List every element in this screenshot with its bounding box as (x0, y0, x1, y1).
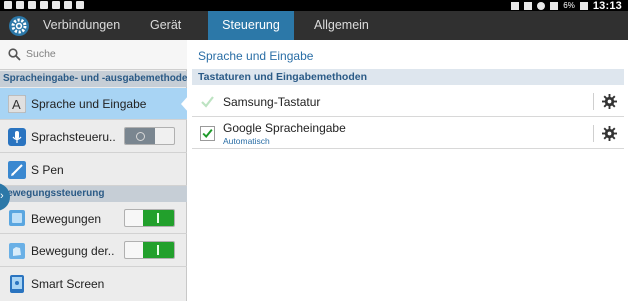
notification-icons (4, 1, 84, 9)
section-header-speech: Spracheingabe- und -ausgabemethoden (0, 71, 187, 87)
gear-icon[interactable] (602, 126, 617, 141)
search-icon (8, 48, 21, 61)
sidebar-item-sprache-und-eingabe[interactable]: A Sprache und Eingabe (0, 88, 187, 120)
keyboard-row-google[interactable]: Google Spracheingabe Automatisch (192, 118, 624, 149)
search-placeholder: Suche (26, 48, 56, 60)
divider (593, 93, 594, 110)
divider (593, 125, 594, 142)
motion-icon (9, 210, 25, 226)
keyboard-row-samsung[interactable]: Samsung-Tastatur (192, 86, 624, 117)
sidebar-item-label: S Pen (31, 163, 64, 177)
palm-motion-icon (9, 243, 25, 259)
voice-control-icon (8, 128, 26, 146)
mute-icon (511, 1, 520, 10)
sidebar-item-bewegungen[interactable]: Bewegungen (0, 203, 187, 234)
keyboard-title: Google Spracheingabe (223, 121, 346, 135)
notification-icon (40, 1, 48, 9)
tab-steuerung[interactable]: Steuerung (208, 11, 294, 40)
keyboard-subtitle: Automatisch (223, 136, 270, 146)
sidebar-item-sprachsteuerung[interactable]: Sprachsteueru.. (0, 121, 187, 153)
gear-icon[interactable] (602, 94, 617, 109)
notification-icon (64, 1, 72, 9)
sidebar: Suche Spracheingabe- und -ausgabemethode… (0, 40, 189, 301)
sidebar-item-label: Sprache und Eingabe (31, 97, 147, 111)
battery-percent: 6% (563, 1, 575, 10)
toggle-knob (143, 242, 174, 258)
palm-motion-toggle[interactable] (124, 241, 175, 259)
toggle-knob (125, 128, 155, 144)
section-header-keyboards: Tastaturen und Eingabemethoden (192, 69, 624, 85)
battery-icon (579, 1, 588, 10)
keyboard-title: Samsung-Tastatur (223, 95, 321, 109)
notification-icon (76, 1, 84, 9)
page-title: Sprache und Eingabe (198, 49, 314, 63)
tab-geraet[interactable]: Gerät (150, 11, 181, 40)
section-header-motion: Bewegungssteuerung (0, 186, 187, 202)
smart-screen-icon (10, 275, 24, 293)
notification-icon (52, 1, 60, 9)
tab-bar: Verbindungen Gerät Steuerung Allgemein (0, 11, 628, 40)
sidebar-item-label: Smart Screen (31, 277, 105, 291)
sidebar-item-smart-screen[interactable]: Smart Screen (0, 268, 187, 301)
sidebar-item-label: Bewegungen (31, 212, 102, 226)
no-sim-icon (524, 1, 533, 10)
motion-toggle[interactable] (124, 209, 175, 227)
notification-icon (4, 1, 12, 9)
tab-allgemein[interactable]: Allgemein (314, 11, 369, 40)
toggle-knob (143, 210, 174, 226)
settings-gear-icon (9, 16, 29, 36)
clock: 13:13 (592, 0, 622, 12)
tab-verbindungen[interactable]: Verbindungen (43, 11, 120, 40)
sidebar-item-label: Sprachsteueru.. (31, 130, 116, 144)
status-bar: 6% 13:13 (0, 0, 628, 12)
chevron-right-icon: › (0, 190, 4, 202)
sidebar-item-s-pen[interactable]: S Pen (0, 154, 187, 186)
voice-control-toggle[interactable] (124, 127, 175, 145)
sidebar-item-bewegung-der-hand[interactable]: Bewegung der.. (0, 235, 187, 267)
signal-icon (550, 1, 559, 10)
wifi-icon (537, 1, 546, 10)
svg-text:A: A (12, 97, 21, 112)
notification-icon (16, 1, 24, 9)
language-a-icon: A (8, 95, 26, 113)
sidebar-item-label: Bewegung der.. (31, 244, 115, 258)
main-panel: Sprache und Eingabe Tastaturen und Einga… (188, 40, 628, 301)
s-pen-icon (8, 161, 26, 179)
checkbox-checked-icon[interactable] (200, 126, 215, 141)
checkbox-checked-disabled-icon (201, 96, 214, 108)
settings-screen: 6% 13:13 Verbindungen Gerät Steuerung Al… (0, 0, 628, 301)
search-field[interactable]: Suche (0, 40, 187, 70)
system-icons: 6% 13:13 (511, 0, 622, 12)
notification-icon (28, 1, 36, 9)
